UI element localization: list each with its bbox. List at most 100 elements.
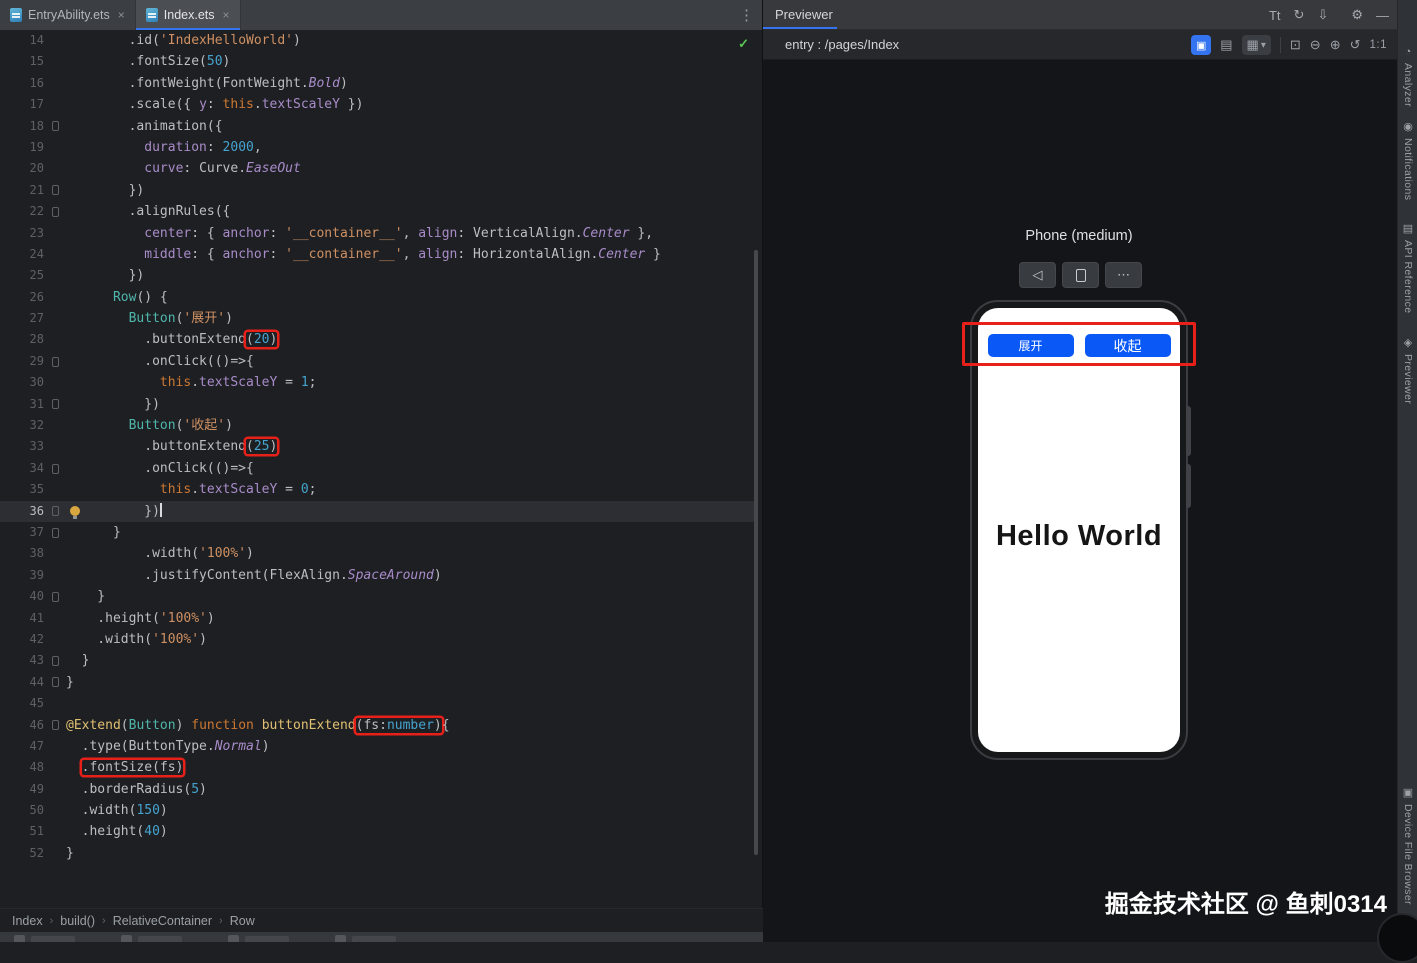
code-line[interactable]: 28.buttonExtend(20) <box>0 329 755 350</box>
line-number[interactable]: 45 <box>0 693 44 714</box>
font-size-icon[interactable]: Tt <box>1269 8 1281 23</box>
line-number[interactable]: 19 <box>0 137 44 158</box>
breadcrumb-item-index[interactable]: Index <box>12 914 43 928</box>
code-line[interactable]: 17.scale({ y: this.textScaleY }) <box>0 94 755 115</box>
sidebar-item-device-file-browser[interactable]: ▣ Device File Browser <box>1398 786 1417 905</box>
line-number[interactable]: 32 <box>0 415 44 436</box>
minimize-icon[interactable]: — <box>1376 8 1389 23</box>
tab-index[interactable]: Index.ets × <box>136 0 241 30</box>
line-number[interactable]: 38 <box>0 543 44 564</box>
layers-icon[interactable]: ▤ <box>1220 37 1232 53</box>
breadcrumb-item-build[interactable]: build() <box>60 914 95 928</box>
code-line[interactable]: 32Button('收起') <box>0 415 755 436</box>
sidebar-item-notifications[interactable]: ◉ Notifications <box>1398 120 1417 200</box>
code-line[interactable]: 49.borderRadius(5) <box>0 779 755 800</box>
inspect-icon[interactable]: ▣ <box>1191 35 1211 55</box>
fold-marker-icon[interactable] <box>52 656 59 666</box>
fold-marker-icon[interactable] <box>52 185 59 195</box>
inspection-ok-icon[interactable]: ✓ <box>738 36 749 52</box>
tab-entryability[interactable]: EntryAbility.ets × <box>0 0 136 30</box>
line-number[interactable]: 27 <box>0 308 44 329</box>
code-line[interactable]: 47.type(ButtonType.Normal) <box>0 736 755 757</box>
zoom-out-icon[interactable]: ⊖ <box>1310 37 1321 53</box>
sidebar-item-analyzer[interactable]: ◔ Analyzer <box>1398 46 1417 107</box>
line-number[interactable]: 28 <box>0 329 44 350</box>
code-line[interactable]: 52} <box>0 843 755 864</box>
fold-marker-icon[interactable] <box>52 207 59 217</box>
sidebar-item-api-reference[interactable]: ▤ API Reference <box>1398 222 1417 314</box>
line-number[interactable]: 36 <box>0 501 44 522</box>
line-number[interactable]: 20 <box>0 158 44 179</box>
line-number[interactable]: 52 <box>0 843 44 864</box>
fold-marker-icon[interactable] <box>52 592 59 602</box>
zoom-ratio-label[interactable]: 1:1 <box>1370 39 1388 51</box>
line-number[interactable]: 48 <box>0 757 44 778</box>
line-number[interactable]: 35 <box>0 479 44 500</box>
fold-marker-icon[interactable] <box>52 121 59 131</box>
code-line[interactable]: 31}) <box>0 394 755 415</box>
previous-page-button[interactable]: ◁ <box>1019 262 1056 288</box>
code-line[interactable]: 24middle: { anchor: '__container__', ali… <box>0 244 755 265</box>
line-number[interactable]: 40 <box>0 586 44 607</box>
line-number[interactable]: 47 <box>0 736 44 757</box>
line-number[interactable]: 23 <box>0 223 44 244</box>
line-number[interactable]: 41 <box>0 608 44 629</box>
line-number[interactable]: 33 <box>0 436 44 457</box>
code-line[interactable]: 46@Extend(Button) function buttonExtend(… <box>0 715 755 736</box>
editor-scrollbar[interactable] <box>754 250 758 855</box>
line-number[interactable]: 34 <box>0 458 44 479</box>
code-line[interactable]: 26Row() { <box>0 287 755 308</box>
code-line[interactable]: 18.animation({ <box>0 116 755 137</box>
line-number[interactable]: 21 <box>0 180 44 201</box>
frame-select-icon[interactable]: ⊡ <box>1290 37 1301 53</box>
dock-icon[interactable]: ⇩ <box>1317 7 1328 23</box>
breadcrumb-item-relativecontainer[interactable]: RelativeContainer <box>113 914 212 928</box>
line-number[interactable]: 24 <box>0 244 44 265</box>
fold-marker-icon[interactable] <box>52 528 59 538</box>
code-line[interactable]: 40} <box>0 586 755 607</box>
tab-options-icon[interactable]: ⋮ <box>739 0 754 30</box>
code-line[interactable]: 23center: { anchor: '__container__', ali… <box>0 223 755 244</box>
code-line[interactable]: 41.height('100%') <box>0 608 755 629</box>
code-line[interactable]: 27Button('展开') <box>0 308 755 329</box>
intention-lightbulb-icon[interactable] <box>70 506 80 516</box>
code-line[interactable]: 38.width('100%') <box>0 543 755 564</box>
code-line[interactable]: 20curve: Curve.EaseOut <box>0 158 755 179</box>
fold-marker-icon[interactable] <box>52 506 59 516</box>
fold-marker-icon[interactable] <box>52 357 59 367</box>
code-line[interactable]: 34.onClick(()=>{ <box>0 458 755 479</box>
previewer-tab[interactable]: Previewer <box>775 0 833 30</box>
code-line[interactable]: 44} <box>0 672 755 693</box>
fold-marker-icon[interactable] <box>52 677 59 687</box>
settings-gear-icon[interactable]: ⚙ <box>1351 7 1363 23</box>
line-number[interactable]: 30 <box>0 372 44 393</box>
zoom-reset-icon[interactable]: ↺ <box>1350 37 1361 53</box>
zoom-in-icon[interactable]: ⊕ <box>1330 37 1341 53</box>
line-number[interactable]: 49 <box>0 779 44 800</box>
code-line[interactable]: 21}) <box>0 180 755 201</box>
close-tab-icon[interactable]: × <box>223 8 230 22</box>
code-line[interactable]: 51.height(40) <box>0 821 755 842</box>
code-line[interactable]: 19duration: 2000, <box>0 137 755 158</box>
code-line[interactable]: 37} <box>0 522 755 543</box>
code-line[interactable]: 35this.textScaleY = 0; <box>0 479 755 500</box>
line-number[interactable]: 18 <box>0 116 44 137</box>
code-line[interactable]: 30this.textScaleY = 1; <box>0 372 755 393</box>
line-number[interactable]: 51 <box>0 821 44 842</box>
line-number[interactable]: 22 <box>0 201 44 222</box>
code-line[interactable]: 43} <box>0 650 755 671</box>
fold-marker-icon[interactable] <box>52 720 59 730</box>
line-number[interactable]: 15 <box>0 51 44 72</box>
code-line[interactable]: 14.id('IndexHelloWorld') <box>0 30 755 51</box>
grid-view-button[interactable]: ▦ ▾ <box>1242 35 1271 55</box>
line-number[interactable]: 16 <box>0 73 44 94</box>
close-tab-icon[interactable]: × <box>118 8 125 22</box>
line-number[interactable]: 42 <box>0 629 44 650</box>
code-line[interactable]: 48.fontSize(fs) <box>0 757 755 778</box>
code-line[interactable]: 33.buttonExtend(25) <box>0 436 755 457</box>
fold-marker-icon[interactable] <box>52 399 59 409</box>
code-line[interactable]: 22.alignRules({ <box>0 201 755 222</box>
code-line[interactable]: 15.fontSize(50) <box>0 51 755 72</box>
line-number[interactable]: 46 <box>0 715 44 736</box>
line-number[interactable]: 31 <box>0 394 44 415</box>
